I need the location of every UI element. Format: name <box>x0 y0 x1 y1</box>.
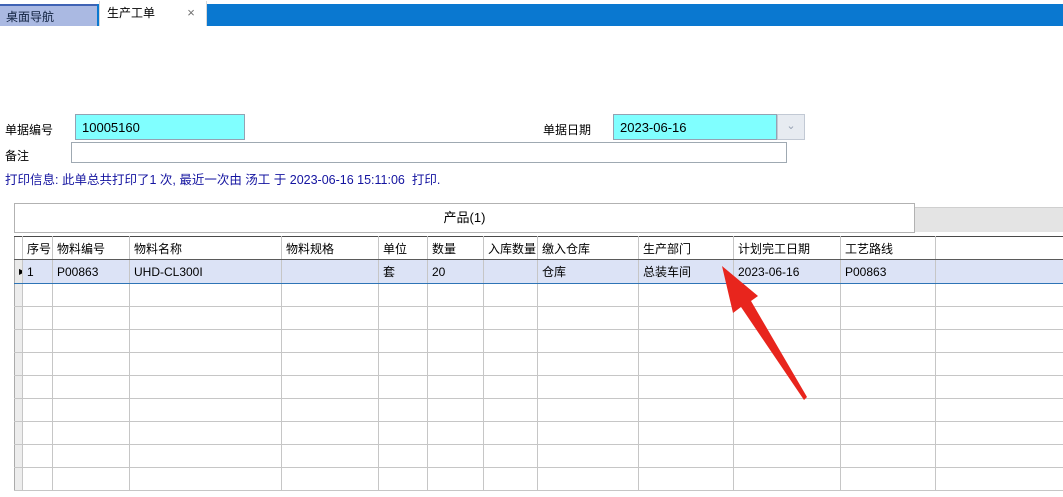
cell-process-route[interactable]: P00863 <box>840 259 936 284</box>
column-header-material-name[interactable]: 物料名称 <box>129 236 282 260</box>
cell-planned-finish-date[interactable]: 2023-06-16 <box>733 259 841 284</box>
doc-date-input[interactable] <box>613 114 777 140</box>
column-header-warehouse[interactable]: 缴入仓库 <box>537 236 639 260</box>
tab-production-order[interactable]: 生产工单 × <box>99 1 207 26</box>
column-header-production-dept[interactable]: 生产部门 <box>638 236 734 260</box>
empty-grid-row <box>14 329 1063 353</box>
column-header-process-route[interactable]: 工艺路线 <box>840 236 936 260</box>
current-row-marker-icon: ▶ <box>19 261 22 283</box>
cell-material-spec[interactable] <box>281 259 379 284</box>
table-row[interactable]: ▶ 1 P00863 UHD-CL300I 套 20 仓库 总装车间 2023-… <box>14 259 1063 284</box>
tab-product-label: 产品(1) <box>443 210 486 225</box>
remark-label: 备注 <box>5 149 30 163</box>
column-header-material-code[interactable]: 物料编号 <box>52 236 130 260</box>
chevron-down-icon: ⌄ <box>786 120 796 132</box>
doc-date-label: 单据日期 <box>543 123 592 137</box>
cell-material-name[interactable]: UHD-CL300I <box>129 259 282 284</box>
cell-extra[interactable] <box>935 259 1063 284</box>
remark-input[interactable] <box>71 142 787 163</box>
empty-grid-row <box>14 375 1063 399</box>
product-panel-strip: 产品(1) <box>14 203 1063 233</box>
cell-inbound-qty[interactable] <box>483 259 538 284</box>
print-info-text: 打印信息: 此单总共打印了1 次, 最近一次由 汤工 于 2023-06-16 … <box>5 173 441 187</box>
cell-quantity[interactable]: 20 <box>427 259 484 284</box>
grid-header-row: 序号 物料编号 物料名称 物料规格 单位 数量 入库数量 缴入仓库 生产部门 计… <box>14 236 1063 260</box>
column-header-material-spec[interactable]: 物料规格 <box>281 236 379 260</box>
empty-grid-row <box>14 467 1063 491</box>
panel-strip-filler <box>915 207 1063 232</box>
tab-desktop-nav-label: 桌面导航 <box>6 10 55 24</box>
cell-unit[interactable]: 套 <box>378 259 428 284</box>
production-order-window: 桌面导航 生产工单 × 单据编号 单据日期 ⌄ 备注 打印信息: 此单总共打印了… <box>0 0 1063 497</box>
cell-seq[interactable]: 1 <box>22 259 53 284</box>
tab-production-order-label: 生产工单 <box>107 6 156 20</box>
column-header-extra[interactable] <box>935 236 1063 260</box>
doc-date-dropdown-button[interactable]: ⌄ <box>777 114 805 140</box>
doc-no-label: 单据编号 <box>5 123 54 137</box>
column-header-unit[interactable]: 单位 <box>378 236 428 260</box>
tab-product[interactable]: 产品(1) <box>14 203 915 233</box>
empty-grid-row <box>14 398 1063 422</box>
column-header-seq[interactable]: 序号 <box>22 236 53 260</box>
empty-grid-row <box>14 352 1063 376</box>
cell-production-dept[interactable]: 总装车间 <box>638 259 734 284</box>
doc-no-input[interactable] <box>75 114 245 140</box>
close-icon[interactable]: × <box>184 1 198 26</box>
product-grid: 序号 物料编号 物料名称 物料规格 单位 数量 入库数量 缴入仓库 生产部门 计… <box>14 236 1063 491</box>
cell-warehouse[interactable]: 仓库 <box>537 259 639 284</box>
empty-grid-row <box>14 444 1063 468</box>
column-header-planned-finish-date[interactable]: 计划完工日期 <box>733 236 841 260</box>
tab-desktop-nav[interactable]: 桌面导航 <box>0 4 97 26</box>
empty-grid-row <box>14 283 1063 307</box>
row-selector-cell[interactable]: ▶ <box>14 259 23 284</box>
grid-corner-cell <box>14 236 23 260</box>
column-header-inbound-qty[interactable]: 入库数量 <box>483 236 538 260</box>
empty-grid-row <box>14 421 1063 445</box>
empty-grid-row <box>14 306 1063 330</box>
column-header-quantity[interactable]: 数量 <box>427 236 484 260</box>
grid-body: ▶ 1 P00863 UHD-CL300I 套 20 仓库 总装车间 2023-… <box>14 259 1063 491</box>
cell-material-code[interactable]: P00863 <box>52 259 130 284</box>
